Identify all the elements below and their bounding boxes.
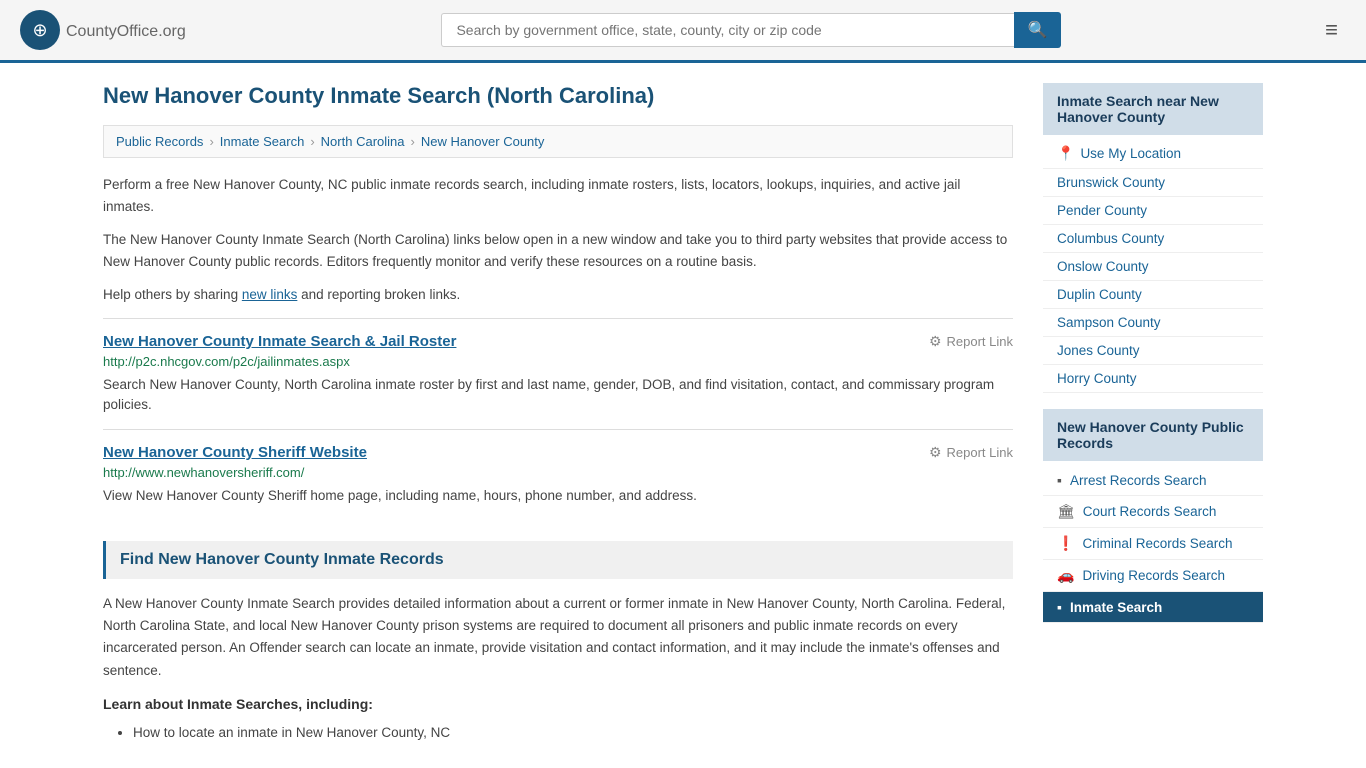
link-card-2-title[interactable]: New Hanover County Sheriff Website <box>103 444 367 461</box>
pub-rec-arrest[interactable]: ▪ Arrest Records Search <box>1043 465 1263 496</box>
search-input[interactable] <box>441 13 1013 47</box>
breadcrumb-sep-3: › <box>411 134 415 149</box>
link-card-2-desc: View New Hanover County Sheriff home pag… <box>103 486 1013 506</box>
location-icon: 📍 <box>1057 145 1074 162</box>
nearby-pender[interactable]: Pender County <box>1043 197 1263 225</box>
criminal-icon: ❗ <box>1057 535 1074 552</box>
nearby-columbus[interactable]: Columbus County <box>1043 225 1263 253</box>
menu-icon[interactable]: ≡ <box>1317 13 1346 47</box>
nearby-section-title: Inmate Search near New Hanover County <box>1043 83 1263 135</box>
nearby-links-list: 📍 Use My Location Brunswick County Pende… <box>1043 139 1263 393</box>
pub-rec-criminal[interactable]: ❗ Criminal Records Search <box>1043 528 1263 560</box>
pub-rec-driving[interactable]: 🚗 Driving Records Search <box>1043 560 1263 592</box>
page-title: New Hanover County Inmate Search (North … <box>103 83 1013 109</box>
logo-area: ⊕ CountyOffice.org <box>20 10 186 50</box>
search-area: 🔍 <box>441 12 1061 48</box>
breadcrumb-public-records[interactable]: Public Records <box>116 134 203 149</box>
nearby-onslow[interactable]: Onslow County <box>1043 253 1263 281</box>
link-card-1-desc: Search New Hanover County, North Carolin… <box>103 375 1013 416</box>
link-card-1: New Hanover County Inmate Search & Jail … <box>103 318 1013 430</box>
find-section-body: A New Hanover County Inmate Search provi… <box>103 593 1013 682</box>
report-link-btn-1[interactable]: ⚙ Report Link <box>929 333 1013 350</box>
link-card-1-header: New Hanover County Inmate Search & Jail … <box>103 333 1013 354</box>
report-icon-2: ⚙ <box>929 444 942 461</box>
find-section-heading: Find New Hanover County Inmate Records <box>103 541 1013 579</box>
find-section-sub-heading: Learn about Inmate Searches, including: <box>103 696 1013 712</box>
breadcrumb-sep-2: › <box>310 134 314 149</box>
content-area: New Hanover County Inmate Search (North … <box>103 83 1013 745</box>
inmate-icon: ▪ <box>1057 599 1062 615</box>
link-card-2: New Hanover County Sheriff Website ⚙ Rep… <box>103 429 1013 520</box>
link-card-2-url[interactable]: http://www.newhanoversheriff.com/ <box>103 465 1013 480</box>
logo-icon: ⊕ <box>20 10 60 50</box>
breadcrumb-inmate-search[interactable]: Inmate Search <box>220 134 305 149</box>
sidebar: Inmate Search near New Hanover County 📍 … <box>1043 83 1263 745</box>
logo-text: CountyOffice.org <box>66 19 186 42</box>
arrest-icon: ▪ <box>1057 472 1062 488</box>
driving-icon: 🚗 <box>1057 567 1074 584</box>
search-button[interactable]: 🔍 <box>1014 12 1062 48</box>
new-links-link[interactable]: new links <box>242 287 298 302</box>
pub-rec-court[interactable]: 🏛 Court Records Search <box>1043 496 1263 528</box>
breadcrumb: Public Records › Inmate Search › North C… <box>103 125 1013 158</box>
bullet-item-1: How to locate an inmate in New Hanover C… <box>133 722 1013 745</box>
report-icon-1: ⚙ <box>929 333 942 350</box>
link-card-1-title[interactable]: New Hanover County Inmate Search & Jail … <box>103 333 456 350</box>
nearby-brunswick[interactable]: Brunswick County <box>1043 169 1263 197</box>
pub-rec-inmate[interactable]: ▪ Inmate Search <box>1043 592 1263 623</box>
nearby-jones[interactable]: Jones County <box>1043 337 1263 365</box>
desc-para-2: The New Hanover County Inmate Search (No… <box>103 229 1013 272</box>
public-records-section-title: New Hanover County Public Records <box>1043 409 1263 461</box>
public-records-list: ▪ Arrest Records Search 🏛 Court Records … <box>1043 465 1263 623</box>
nearby-use-location[interactable]: 📍 Use My Location <box>1043 139 1263 169</box>
court-icon: 🏛 <box>1057 503 1075 520</box>
desc-para-3: Help others by sharing new links and rep… <box>103 284 1013 306</box>
breadcrumb-sep-1: › <box>209 134 213 149</box>
link-card-2-header: New Hanover County Sheriff Website ⚙ Rep… <box>103 444 1013 465</box>
nearby-horry[interactable]: Horry County <box>1043 365 1263 393</box>
nearby-duplin[interactable]: Duplin County <box>1043 281 1263 309</box>
desc-para-1: Perform a free New Hanover County, NC pu… <box>103 174 1013 217</box>
breadcrumb-north-carolina[interactable]: North Carolina <box>321 134 405 149</box>
report-link-btn-2[interactable]: ⚙ Report Link <box>929 444 1013 461</box>
site-header: ⊕ CountyOffice.org 🔍 ≡ <box>0 0 1366 63</box>
find-section-bullet-list: How to locate an inmate in New Hanover C… <box>103 722 1013 745</box>
breadcrumb-new-hanover[interactable]: New Hanover County <box>421 134 545 149</box>
nearby-sampson[interactable]: Sampson County <box>1043 309 1263 337</box>
link-card-1-url[interactable]: http://p2c.nhcgov.com/p2c/jailinmates.as… <box>103 354 1013 369</box>
main-container: New Hanover County Inmate Search (North … <box>83 63 1283 765</box>
